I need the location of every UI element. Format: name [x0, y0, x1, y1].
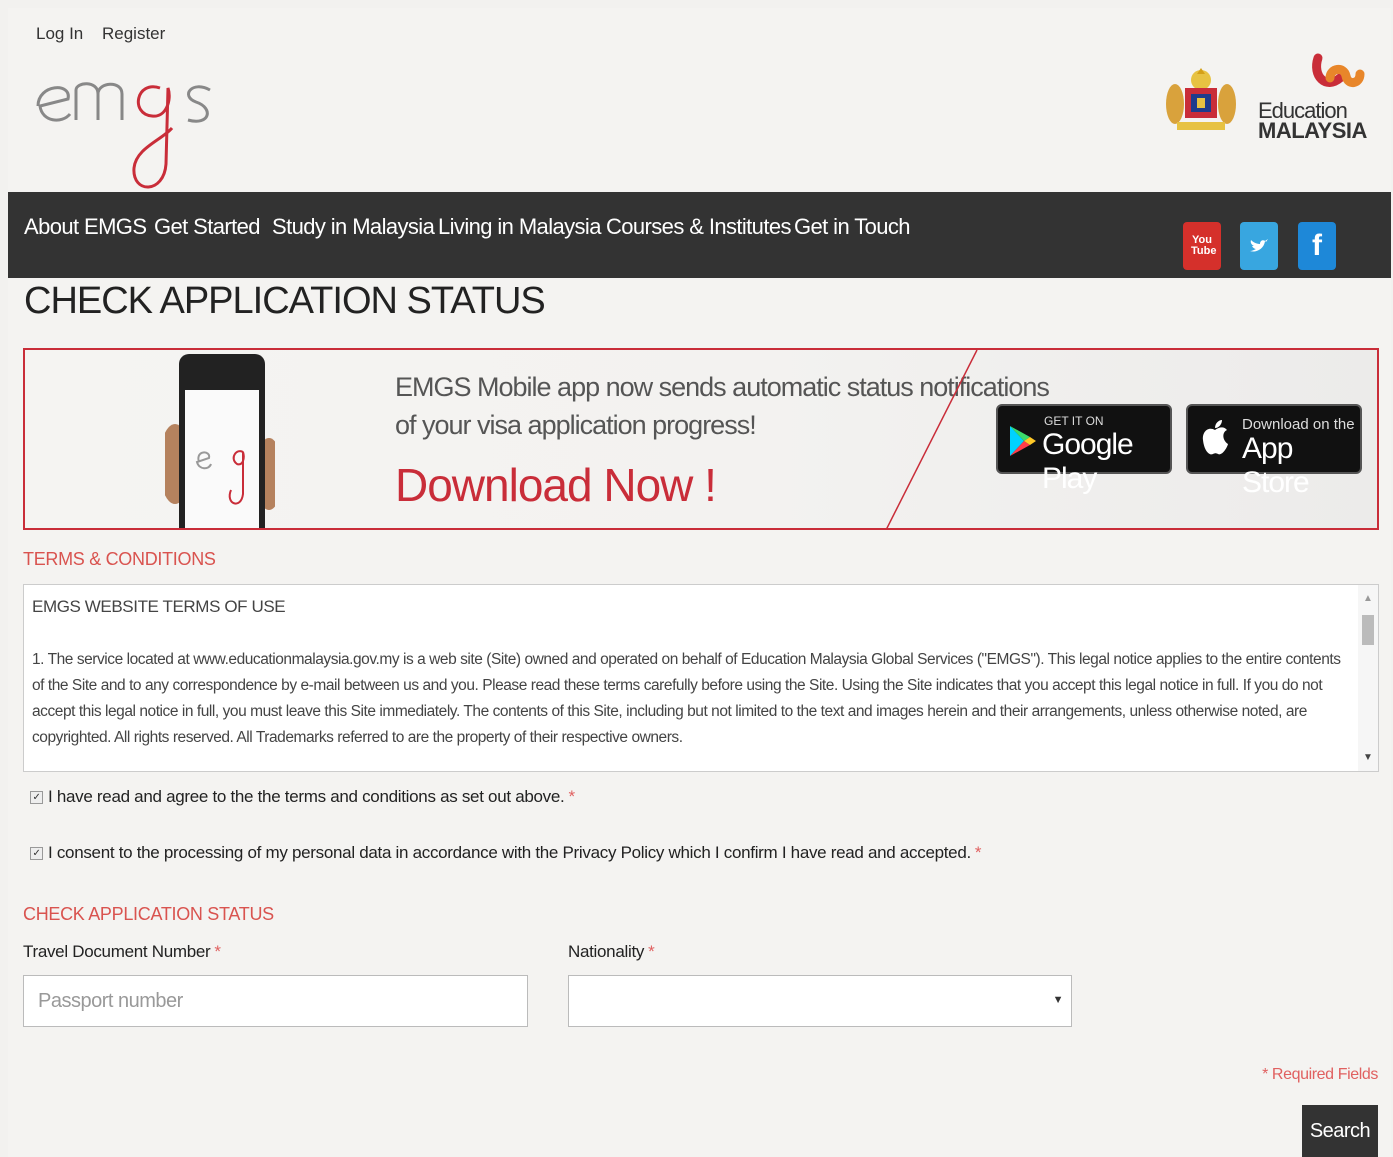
- login-link[interactable]: Log In: [36, 24, 83, 43]
- google-play-big: Google Play: [1042, 428, 1134, 495]
- required-marker: *: [648, 942, 655, 961]
- agree-terms-row: ✓ I have read and agree to the the terms…: [30, 787, 575, 807]
- passport-placeholder: Passport number: [38, 989, 183, 1012]
- malaysia-text: MALAYSIA: [1258, 118, 1367, 143]
- banner-divider: [886, 350, 978, 528]
- app-store-button[interactable]: Download on the App Store: [1186, 404, 1362, 499]
- scroll-down-icon[interactable]: ▼: [1363, 752, 1373, 763]
- nationality-label-row: Nationality *: [568, 942, 655, 962]
- youtube-label: You Tube: [1191, 234, 1217, 257]
- page: Log In Register Education MALAYSIA About…: [8, 8, 1391, 1157]
- nationality-label: Nationality: [568, 942, 645, 961]
- consent-checkbox[interactable]: ✓: [30, 846, 43, 860]
- agree-terms-label[interactable]: I have read and agree to the the terms a…: [48, 787, 565, 807]
- chevron-down-icon: ▼: [1052, 994, 1064, 1006]
- youtube-icon[interactable]: You Tube: [1183, 222, 1221, 270]
- agree-terms-checkbox[interactable]: ✓: [30, 790, 43, 804]
- search-button[interactable]: Search: [1302, 1105, 1378, 1157]
- scroll-thumb[interactable]: [1362, 615, 1374, 645]
- apple-icon: [1202, 420, 1228, 455]
- register-link[interactable]: Register: [102, 24, 165, 43]
- check-status-section-label: CHECK APPLICATION STATUS: [23, 904, 274, 924]
- required-fields-note: * Required Fields: [1262, 1066, 1378, 1083]
- education-malaysia-logo: Education MALAYSIA: [1256, 48, 1367, 148]
- app-store-small: Download on the: [1242, 416, 1355, 433]
- emgs-logo[interactable]: [32, 44, 222, 194]
- scroll-up-icon[interactable]: ▲: [1363, 593, 1373, 604]
- google-play-icon: [1010, 426, 1036, 456]
- terms-scrollbar[interactable]: ▲ ▼: [1358, 585, 1378, 771]
- malaysia-crest-icon: [1166, 68, 1236, 130]
- facebook-label: f: [1312, 229, 1322, 262]
- nav-study-in-malaysia[interactable]: Study in Malaysia: [272, 214, 435, 240]
- travel-doc-label-row: Travel Document Number *: [23, 942, 221, 962]
- travel-doc-label: Travel Document Number: [23, 942, 211, 961]
- page-title: CHECK APPLICATION STATUS: [24, 280, 546, 322]
- nationality-select[interactable]: ▼: [568, 975, 1072, 1027]
- required-marker: *: [214, 942, 221, 961]
- consent-row: ✓ I consent to the processing of my pers…: [30, 843, 982, 863]
- twitter-bird-icon: [1250, 239, 1268, 252]
- google-play-button[interactable]: GET IT ON Google Play: [996, 404, 1172, 495]
- nav-courses-institutes[interactable]: Courses & Institutes: [606, 214, 791, 240]
- nav-living-in-malaysia[interactable]: Living in Malaysia: [438, 214, 601, 240]
- top-links: Log In Register: [36, 24, 179, 44]
- nav-get-started[interactable]: Get Started: [154, 214, 261, 240]
- mobile-app-banner[interactable]: EMGS Mobile app now sends automatic stat…: [23, 348, 1379, 530]
- terms-section-label: TERMS & CONDITIONS: [23, 549, 216, 569]
- google-play-small: GET IT ON: [1044, 414, 1104, 428]
- consent-label[interactable]: I consent to the processing of my person…: [48, 843, 971, 863]
- required-marker: *: [974, 843, 982, 862]
- passport-number-input[interactable]: Passport number: [23, 975, 528, 1027]
- terms-body: 1. The service located at www.educationm…: [32, 651, 1341, 746]
- app-store-big: App Store: [1242, 432, 1310, 499]
- nav-about-emgs[interactable]: About EMGS: [24, 214, 147, 240]
- terms-textarea[interactable]: EMGS WEBSITE TERMS OF USE 1. The service…: [23, 584, 1379, 772]
- twitter-icon[interactable]: [1240, 222, 1278, 270]
- nav-get-in-touch[interactable]: Get in Touch: [794, 214, 911, 240]
- main-nav: About EMGS Get Started Study in Malaysia…: [8, 192, 1391, 278]
- terms-heading: EMGS WEBSITE TERMS OF USE: [32, 597, 286, 616]
- facebook-icon[interactable]: f: [1298, 222, 1336, 270]
- required-marker: *: [568, 787, 575, 806]
